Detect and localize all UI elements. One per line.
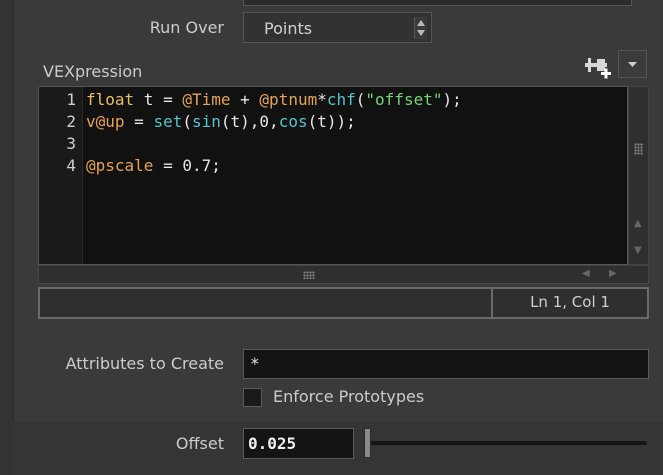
line-number-gutter: 1 2 3 4	[39, 87, 83, 264]
line-number: 1	[66, 90, 76, 109]
code-token: );	[442, 90, 462, 109]
code-token: +	[230, 90, 260, 109]
code-token: set	[153, 112, 183, 131]
code-token: @Time	[182, 90, 231, 109]
code-token: chf	[326, 90, 356, 109]
scroll-down-icon[interactable]: ▼	[634, 245, 642, 256]
code-token: (t));	[307, 112, 356, 131]
scroll-right-icon[interactable]: ▶	[609, 268, 617, 279]
code-line: @pscale = 0.7;	[86, 156, 221, 175]
updown-arrows-icon	[414, 17, 427, 39]
code-token: cos	[278, 112, 308, 131]
offset-label: Offset	[175, 434, 224, 453]
line-number: 4	[66, 156, 76, 175]
line-number: 2	[66, 112, 76, 131]
dropdown-arrow-icon[interactable]	[618, 50, 647, 78]
code-token: sin	[191, 112, 221, 131]
code-token: v@up	[86, 112, 125, 131]
plus-parameter-icon[interactable]	[584, 54, 614, 80]
previous-parameter-field[interactable]	[243, 0, 632, 6]
run-over-value: Points	[264, 19, 313, 38]
scroll-up-icon[interactable]: ▲	[634, 218, 642, 229]
code-line: float t = @Time + @ptnum*chf("offset");	[86, 90, 462, 109]
vexpression-label: VEXpression	[43, 62, 143, 81]
code-token: float	[86, 90, 135, 109]
offset-input[interactable]: 0.025	[243, 428, 354, 459]
offset-value: 0.025	[248, 434, 297, 453]
code-token: (t),0,	[220, 112, 279, 131]
code-token: "offset"	[365, 90, 443, 109]
run-over-dropdown[interactable]: Points	[243, 12, 432, 43]
enforce-prototypes-checkbox[interactable]	[243, 388, 262, 407]
scroll-left-icon[interactable]: ◀	[582, 268, 590, 279]
scrollbar-grip[interactable]	[634, 143, 643, 155]
status-message-area	[40, 289, 493, 317]
run-over-label: Run Over	[149, 18, 224, 37]
code-token: (	[182, 112, 192, 131]
code-token: @pscale	[86, 156, 154, 175]
code-token: =	[124, 112, 154, 131]
code-token: t =	[134, 90, 183, 109]
attributes-to-create-input[interactable]: *	[243, 349, 649, 379]
editor-status-bar: Ln 1, Col 1	[38, 287, 649, 319]
code-token: *	[317, 90, 327, 109]
enforce-prototypes-label: Enforce Prototypes	[273, 387, 425, 406]
code-token: @ptnum	[259, 90, 318, 109]
attributes-to-create-value: *	[250, 354, 260, 373]
editor-horizontal-scrollbar[interactable]: ◀ ▶	[38, 265, 649, 284]
editor-vertical-scrollbar[interactable]: ▲ ▼	[628, 86, 649, 265]
code-token: = 0.7;	[153, 156, 221, 175]
attributes-to-create-label: Attributes to Create	[65, 354, 224, 373]
cursor-position: Ln 1, Col 1	[530, 293, 610, 311]
offset-slider-track[interactable]	[364, 441, 647, 445]
left-panel-edge	[0, 0, 14, 475]
offset-slider-handle[interactable]	[364, 428, 371, 458]
code-editor[interactable]: 1 2 3 4 float t = @Time + @ptnum*chf("of…	[38, 86, 628, 265]
line-number: 3	[66, 134, 76, 153]
scrollbar-grip[interactable]	[303, 271, 315, 279]
code-token: (	[355, 90, 366, 109]
code-line: v@up = set(sin(t),0,cos(t));	[86, 112, 356, 131]
